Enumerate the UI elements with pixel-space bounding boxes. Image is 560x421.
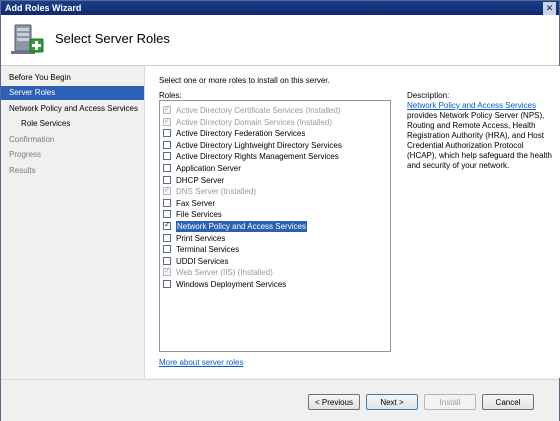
add-roles-wizard-window: Add Roles Wizard ✕ Select Server Roles B…: [0, 0, 560, 421]
wizard-footer: < Previous Next > Install Cancel: [1, 379, 559, 421]
description-label: Description:: [407, 91, 450, 100]
role-checkbox[interactable]: [163, 233, 171, 242]
role-checkbox: [163, 117, 171, 126]
role-label: Active Directory Rights Management Servi…: [176, 152, 339, 162]
main-content: Select one or more roles to install on t…: [144, 66, 560, 378]
cancel-button[interactable]: Cancel: [482, 394, 534, 410]
role-label: Web Server (IIS) (Installed): [176, 268, 273, 278]
wizard-header: Select Server Roles: [1, 15, 559, 66]
role-label: Active Directory Domain Services (Instal…: [176, 117, 333, 127]
role-checkbox[interactable]: [163, 221, 171, 230]
role-checkbox[interactable]: [163, 198, 171, 207]
role-checkbox[interactable]: [163, 140, 171, 149]
wizard-nav: Before You Begin Server Roles Network Po…: [1, 66, 144, 420]
role-label: UDDI Services: [176, 256, 229, 266]
role-label: Application Server: [176, 164, 241, 173]
nav-item-results: Results: [9, 166, 36, 175]
instruction-text: Select one or more roles to install on t…: [159, 76, 330, 85]
description-text: Network Policy and Access Services provi…: [407, 101, 555, 171]
role-label: Active Directory Lightweight Directory S…: [176, 140, 342, 150]
role-checkbox[interactable]: [163, 152, 171, 161]
role-label: DHCP Server: [176, 175, 225, 185]
role-checkbox: [163, 186, 171, 196]
description-link[interactable]: Network Policy and Access Services: [407, 101, 536, 110]
server-add-icon: [11, 24, 44, 54]
role-label: Print Services: [176, 233, 226, 243]
role-checkbox[interactable]: [163, 280, 171, 288]
role-label: File Services: [176, 210, 222, 220]
role-label: Fax Server: [176, 198, 216, 208]
nav-item-role-services[interactable]: Role Services: [1, 117, 144, 131]
role-checkbox[interactable]: [163, 256, 171, 265]
roles-list[interactable]: Active Directory Certificate Services (I…: [159, 100, 391, 352]
role-label: Active Directory Certificate Services (I…: [176, 106, 341, 115]
close-icon[interactable]: ✕: [543, 2, 556, 15]
role-checkbox[interactable]: [163, 129, 171, 138]
nav-item-before-you-begin[interactable]: Before You Begin: [1, 71, 144, 85]
role-label: Network Policy and Access Services: [176, 221, 307, 232]
role-checkbox[interactable]: [163, 210, 171, 219]
nav-item-network-policy[interactable]: Network Policy and Access Services: [1, 102, 144, 116]
next-button[interactable]: Next >: [366, 394, 418, 410]
role-checkbox[interactable]: [163, 245, 171, 254]
description-body: provides Network Policy Server (NPS), Ro…: [407, 111, 552, 170]
window-title: Add Roles Wizard: [5, 3, 82, 13]
role-checkbox: [163, 105, 171, 114]
previous-button[interactable]: < Previous: [308, 394, 360, 410]
nav-item-progress: Progress: [9, 150, 42, 159]
more-about-roles-link[interactable]: More about server roles: [159, 358, 243, 367]
role-checkbox[interactable]: [163, 175, 171, 184]
role-label: Terminal Services: [176, 245, 240, 255]
nav-item-confirmation: Confirmation: [9, 135, 55, 144]
title-bar: Add Roles Wizard ✕: [1, 1, 559, 15]
role-label: DNS Server (Installed): [176, 187, 257, 197]
nav-item-server-roles[interactable]: Server Roles: [1, 86, 144, 100]
roles-label: Roles:: [159, 91, 182, 100]
page-title: Select Server Roles: [55, 31, 170, 46]
role-checkbox[interactable]: [163, 164, 171, 172]
install-button: Install: [424, 394, 476, 410]
role-checkbox: [163, 267, 171, 277]
role-label: Active Directory Federation Services: [176, 129, 306, 139]
role-label: Windows Deployment Services: [176, 280, 287, 289]
